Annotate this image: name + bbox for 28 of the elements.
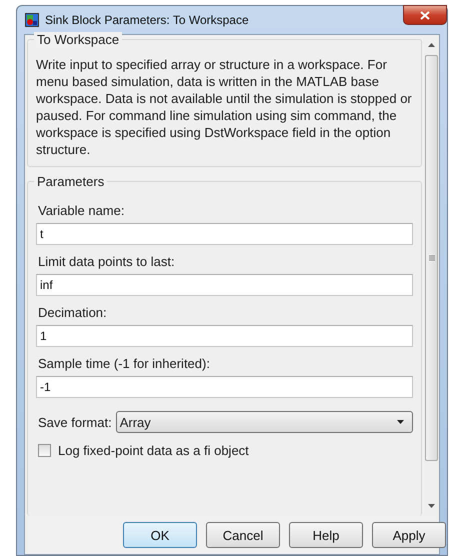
checkbox-label: Log fixed-point data as a fi object	[58, 443, 249, 458]
dialog-button[interactable]: Help	[289, 522, 363, 548]
field-label: Decimation:	[38, 305, 108, 320]
description-text: Write input to specified array or structure in a workspace. For menu based simulation, data is written in the MATLAB base workspace. Data is not available until the simulation is stopped or paused. For command line simulation using sim command, the workspace is specified using DstWorkspace field in the option structure.	[36, 56, 413, 158]
close-button[interactable]	[403, 5, 447, 25]
group-title: To Workspace	[34, 32, 122, 47]
scroll-thumb[interactable]	[425, 55, 438, 461]
dialog-button[interactable]: OK	[123, 522, 197, 548]
scroll-down-icon[interactable]	[428, 504, 435, 508]
caret-icon	[397, 420, 404, 424]
dropdown[interactable]: Array	[116, 411, 413, 433]
dialog-button[interactable]: Cancel	[206, 522, 280, 548]
block-icon	[25, 13, 39, 27]
field-label: Variable name:	[38, 203, 126, 218]
input-field[interactable]: inf	[36, 274, 413, 296]
input-field[interactable]: -1	[36, 376, 413, 398]
group-title: Parameters	[34, 174, 108, 189]
field-label: Save format:	[38, 414, 112, 430]
close-icon	[420, 10, 430, 20]
field-label: Sample time (-1 for inherited):	[38, 356, 211, 371]
checkbox[interactable]	[38, 444, 51, 457]
input-field[interactable]: t	[36, 223, 413, 245]
window-title: Sink Block Parameters: To Workspace	[45, 13, 249, 27]
dialog-button[interactable]: Apply	[372, 522, 446, 548]
field-label: Limit data points to last:	[38, 254, 176, 269]
input-field[interactable]: 1	[36, 325, 413, 347]
grip-icon	[428, 255, 434, 261]
scroll-up-icon[interactable]	[428, 43, 435, 47]
